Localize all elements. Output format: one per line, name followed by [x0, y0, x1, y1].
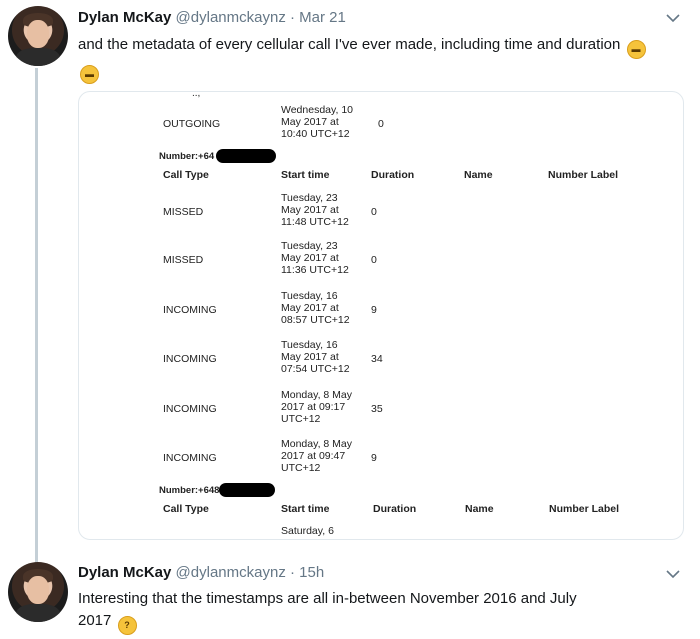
start-time-cell: Tuesday, 16 May 2017 at 08:57 UTC+12 [281, 290, 350, 326]
start-time-cell: Tuesday, 16 May 2017 at 07:54 UTC+12 [281, 339, 350, 375]
start-time-cell: Wednesday, 10 May 2017 at 10:40 UTC+12 [281, 104, 353, 140]
column-header-duration: Duration [371, 169, 415, 181]
tweet-body: and the metadata of every cellular call … [78, 36, 621, 53]
duration-cell: 0 [378, 118, 384, 130]
start-time-cell: Saturday, 6 [281, 525, 334, 537]
grimacing-face-emoji-icon: ▬ [80, 65, 99, 84]
column-header-number-label: Number Label [548, 169, 619, 181]
duration-cell: 34 [371, 353, 383, 365]
column-header-call-type: Call Type [163, 169, 209, 181]
redaction-bar [216, 149, 276, 163]
call-type-cell: INCOMING [163, 353, 217, 365]
cut-off-text: .., [192, 91, 201, 99]
tweet-text: Interesting that the timestamps are all … [78, 588, 668, 635]
call-type-cell: INCOMING [163, 304, 217, 316]
duration-cell: 9 [371, 304, 377, 316]
start-time-cell: Tuesday, 23 May 2017 at 11:36 UTC+12 [281, 240, 349, 276]
grimacing-face-emoji-icon: ▬ [626, 40, 646, 59]
chevron-down-icon[interactable] [666, 566, 680, 582]
call-type-cell: MISSED [163, 206, 204, 218]
call-type-cell: INCOMING [163, 452, 217, 464]
duration-cell: 35 [371, 403, 383, 415]
start-time-cell: Monday, 8 May 2017 at 09:47 UTC+12 [281, 438, 353, 474]
number-label: Number:+648 [159, 485, 220, 496]
column-header-name: Name [465, 503, 494, 515]
column-header-start-time: Start time [281, 169, 330, 181]
start-time-cell: Monday, 8 May 2017 at 09:17 UTC+12 [281, 389, 353, 425]
tweet-header: Dylan McKay @dylanmckaynz · Mar 21 [78, 8, 346, 28]
display-name[interactable]: Dylan McKay [78, 564, 171, 581]
attached-image-call-log[interactable]: .., OUTGOING Wednesday, 10 May 2017 at 1… [78, 91, 684, 540]
user-handle[interactable]: @dylanmckaynz [176, 9, 286, 26]
tweet-text: and the metadata of every cellular call … [78, 34, 658, 84]
chevron-down-icon[interactable] [666, 10, 680, 26]
avatar[interactable] [8, 6, 68, 66]
number-label: Number:+64 [159, 151, 215, 162]
user-handle[interactable]: @dylanmckaynz [176, 564, 286, 581]
column-header-duration: Duration [373, 503, 417, 515]
tweet-timestamp[interactable]: Mar 21 [299, 9, 346, 26]
call-type-cell: INCOMING [163, 403, 217, 415]
avatar[interactable] [8, 562, 68, 622]
call-type-cell: MISSED [163, 254, 204, 266]
redaction-bar [219, 483, 275, 497]
thread-connector-line [35, 68, 38, 565]
tweet-body-line: Interesting that the timestamps are all … [78, 590, 577, 607]
column-header-name: Name [464, 169, 493, 181]
call-type-cell: OUTGOING [163, 118, 221, 130]
start-time-cell: Tuesday, 23 May 2017 at 11:48 UTC+12 [281, 192, 349, 228]
tweet-header: Dylan McKay @dylanmckaynz · 15h [78, 563, 324, 583]
tweet-timestamp[interactable]: 15h [299, 564, 324, 581]
duration-cell: 9 [371, 452, 377, 464]
thinking-face-emoji-icon: ? [117, 616, 137, 635]
header-separator: · [290, 9, 295, 26]
duration-cell: 0 [371, 206, 377, 218]
header-separator: · [290, 564, 295, 581]
column-header-start-time: Start time [281, 503, 330, 515]
column-header-number-label: Number Label [549, 503, 620, 515]
column-header-call-type: Call Type [163, 503, 209, 515]
tweet-body-line: 2017 [78, 612, 112, 629]
display-name[interactable]: Dylan McKay [78, 9, 171, 26]
duration-cell: 0 [371, 254, 377, 266]
